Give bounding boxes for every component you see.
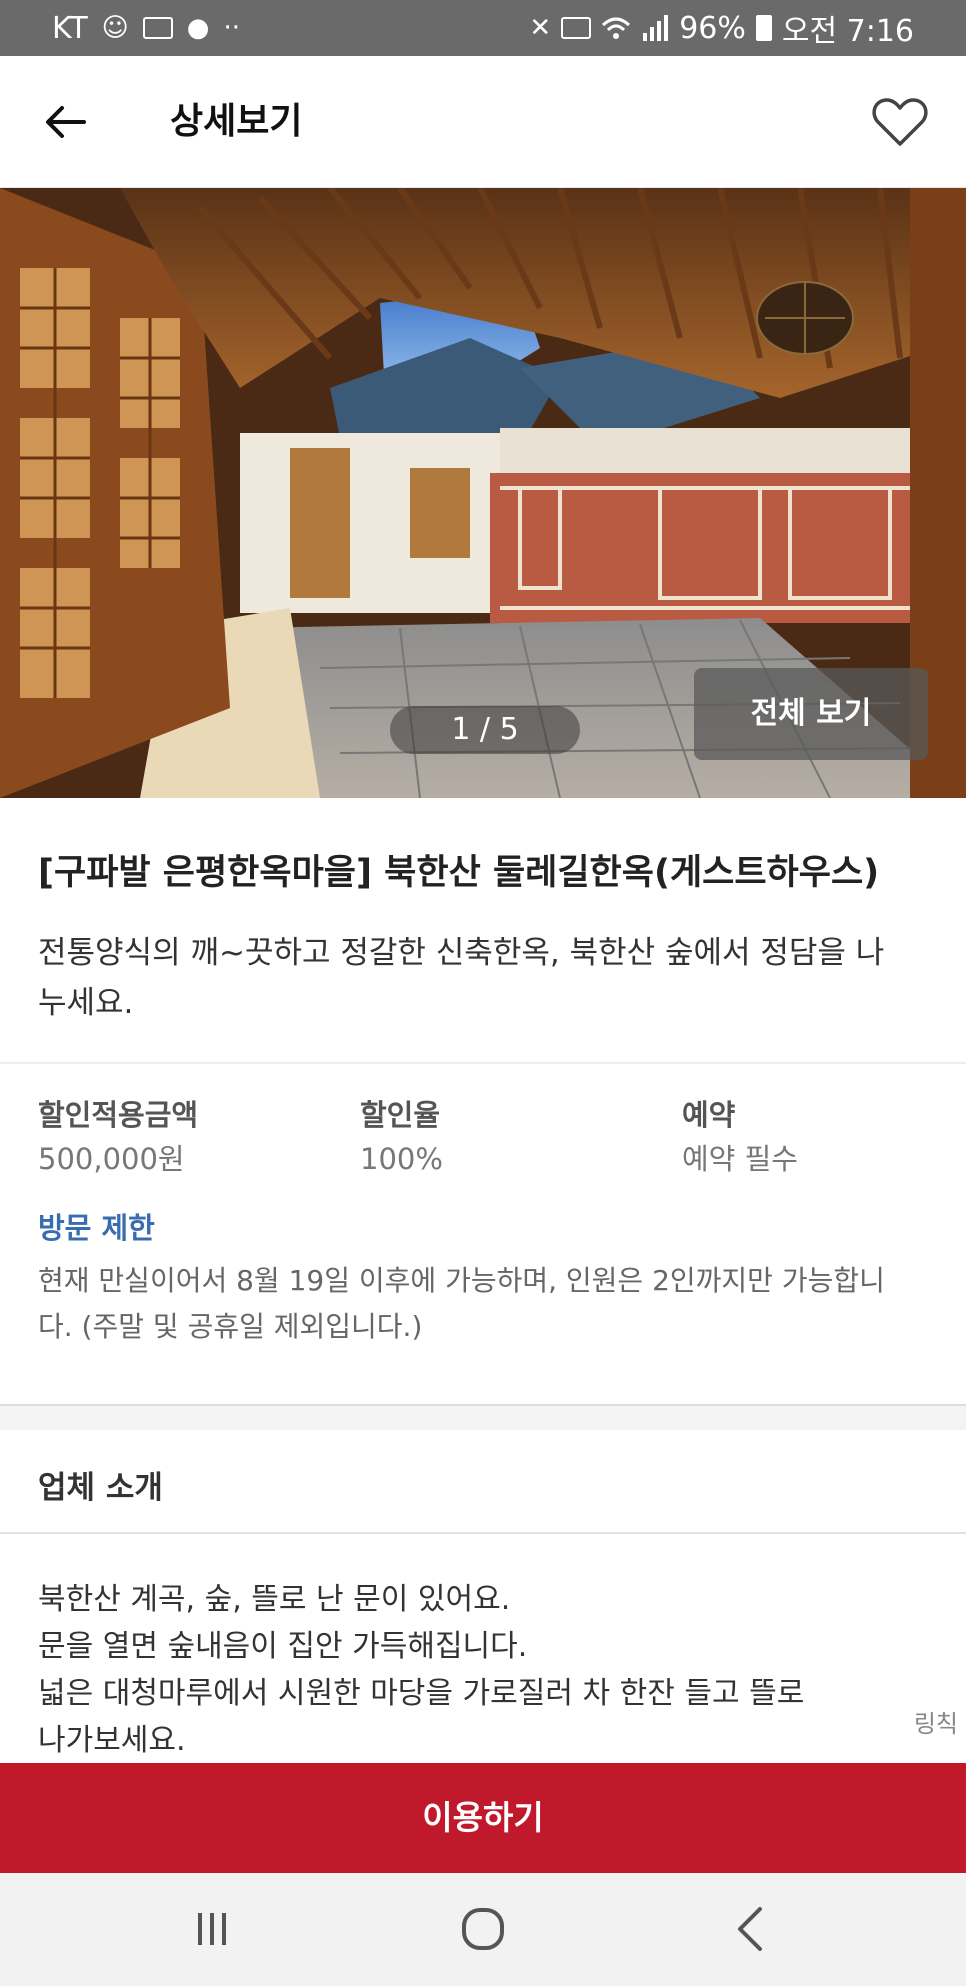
home-button[interactable] [443,1897,523,1961]
chevron-left-icon [738,1907,762,1951]
info-label: 할인적용금액 [38,1098,199,1132]
section-separator [0,1404,966,1430]
discount-rate-info: 할인율 100% [360,1094,443,1180]
back-nav-button[interactable] [710,1897,790,1961]
arrow-left-icon [46,106,86,138]
intro-text: 북한산 계곡, 숲, 뜰로 난 문이 있어요. 문을 열면 숲내음이 집안 가득… [38,1576,908,1764]
system-nav-bar [0,1873,966,1986]
intro-line: 나가보세요. [38,1723,186,1758]
intro-line: 넓은 대청마루에서 시원한 마당을 가로질러 차 한잔 들고 뜰로 [38,1676,805,1711]
battery-percent: 96% [679,10,746,46]
visit-limit-title: 방문 제한 [38,1211,155,1245]
notification-icon: ● [186,13,210,43]
info-value: 예약 필수 [682,1142,798,1176]
signal-icon [643,15,669,41]
heart-outline-icon [872,98,928,146]
payco-icon [142,17,173,39]
divider [0,1062,966,1064]
info-label: 예약 [682,1098,736,1132]
status-bar: KT ☺ ● ·· ✕ 96% 오전 7:16 [0,0,966,56]
recent-apps-button[interactable] [172,1897,252,1961]
home-icon [462,1908,504,1950]
gallery-counter: 1 / 5 [390,706,580,754]
carrier-label: KT [52,10,88,46]
page-title: 상세보기 [170,101,303,142]
reservation-info: 예약 예약 필수 [682,1094,798,1180]
more-icon: ·· [223,13,240,43]
info-value: 500,000원 [38,1142,185,1176]
app-header: 상세보기 [0,56,966,188]
info-label: 할인율 [360,1098,441,1132]
clock: 오전 7:16 [781,14,914,49]
recent-apps-icon [198,1913,226,1945]
kakao-icon: ☺ [101,13,129,43]
favorite-button[interactable] [868,90,932,154]
discount-amount-info: 할인적용금액 500,000원 [38,1094,198,1180]
mute-icon: ✕ [529,13,552,43]
listing-subtitle: 전통양식의 깨~끗하고 정갈한 신축한옥, 북한산 숲에서 정담을 나누세요. [38,935,885,1021]
status-left: KT ☺ ● ·· [52,11,240,46]
view-all-button[interactable]: 전체 보기 [694,668,928,760]
intro-line: 북한산 계곡, 숲, 뜰로 난 문이 있어요. [38,1582,511,1617]
battery-icon [755,15,772,41]
back-button[interactable] [40,96,92,148]
use-button[interactable]: 이용하기 [0,1763,966,1873]
intro-line: 문을 열면 숲내음이 집안 가득해집니다. [38,1629,528,1664]
visit-limit-text: 현재 만실이어서 8월 19일 이후에 가능하며, 인원은 2인까지만 가능합니… [38,1264,885,1343]
status-right: ✕ 96% 오전 7:16 [529,6,914,50]
divider [0,1532,966,1534]
wifi-icon [602,17,631,39]
hd-icon [561,17,592,39]
intro-section-title: 업체 소개 [38,1470,163,1506]
listing-title: [구파발 은평한옥마을] 북한산 둘레길한옥(게스트하우스) [38,853,880,893]
info-value: 100% [360,1142,443,1176]
side-link[interactable]: 링칙 [914,1704,958,1739]
